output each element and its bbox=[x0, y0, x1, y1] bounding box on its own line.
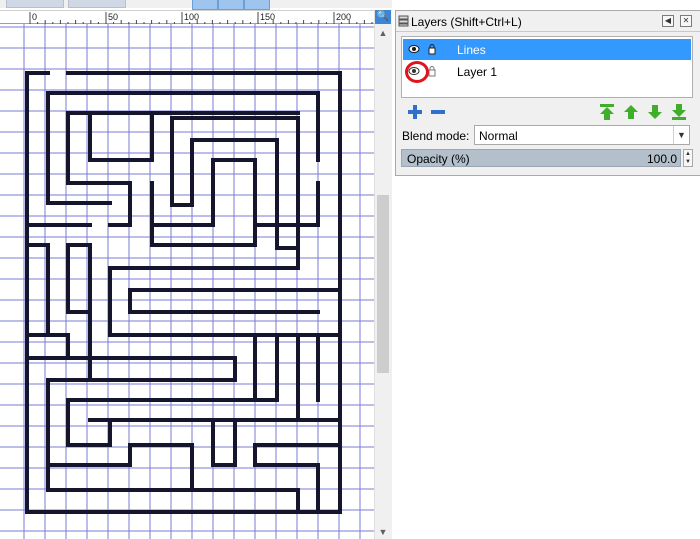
horizontal-ruler: 0 50 100 150 200 bbox=[0, 10, 374, 25]
maze-drawing[interactable] bbox=[0, 24, 374, 539]
blend-mode-value: Normal bbox=[479, 129, 518, 143]
scroll-up-arrow-icon[interactable]: ▲ bbox=[375, 26, 391, 40]
ruler-ticks: 0 50 100 150 200 bbox=[29, 12, 373, 25]
ruler-label: 0 bbox=[32, 12, 37, 22]
layer-name: Layer 1 bbox=[457, 65, 498, 79]
blend-mode-label: Blend mode: bbox=[402, 129, 470, 143]
drawing-canvas[interactable] bbox=[0, 24, 374, 539]
lower-to-bottom-icon[interactable] bbox=[670, 103, 688, 121]
opacity-slider[interactable]: Opacity (%) 100.0 bbox=[401, 149, 681, 167]
toolbar-highlight[interactable] bbox=[244, 0, 270, 10]
panel-title: Layers (Shift+Ctrl+L) bbox=[411, 15, 522, 29]
lock-icon[interactable] bbox=[427, 43, 437, 55]
toolbar-tab[interactable] bbox=[6, 0, 64, 8]
ruler-label: 150 bbox=[260, 12, 275, 22]
plus-icon[interactable] bbox=[406, 103, 424, 121]
layers-icon bbox=[398, 15, 409, 27]
layer-list: Lines Layer 1 bbox=[401, 36, 693, 98]
panel-menu-icon[interactable]: ◀ bbox=[662, 15, 674, 27]
layer-button-bar bbox=[396, 101, 700, 123]
spin-up-icon[interactable]: ▲ bbox=[684, 150, 692, 158]
opacity-spinner[interactable]: ▲ ▼ bbox=[683, 149, 693, 167]
layer-row-lines[interactable]: Lines bbox=[403, 39, 691, 60]
scroll-thumb[interactable] bbox=[377, 195, 389, 373]
panel-empty-area bbox=[395, 176, 700, 539]
spin-down-icon[interactable]: ▼ bbox=[684, 158, 692, 166]
scroll-down-arrow-icon[interactable]: ▼ bbox=[375, 525, 391, 539]
magnifier-icon[interactable]: 🔍 bbox=[375, 10, 391, 24]
layer-row-layer-1[interactable]: Layer 1 bbox=[403, 61, 691, 83]
opacity-label: Opacity (%) bbox=[407, 152, 470, 166]
highlight-circle bbox=[405, 61, 429, 83]
ruler-label: 200 bbox=[336, 12, 351, 22]
toolbar-highlight[interactable] bbox=[218, 0, 244, 10]
top-toolbar-strip bbox=[0, 0, 392, 10]
eye-icon[interactable] bbox=[408, 44, 420, 54]
blend-mode-select[interactable]: Normal ▼ bbox=[474, 125, 690, 145]
opacity-value: 100.0 bbox=[646, 152, 677, 166]
ruler-label: 100 bbox=[184, 12, 199, 22]
toolbar-highlight[interactable] bbox=[192, 0, 218, 10]
toolbar-tab[interactable] bbox=[68, 0, 126, 8]
close-icon[interactable]: ✕ bbox=[680, 15, 692, 27]
raise-to-top-icon[interactable] bbox=[598, 103, 616, 121]
ruler-label: 50 bbox=[108, 12, 118, 22]
raise-icon[interactable] bbox=[622, 103, 640, 121]
panel-title-bar: Layers (Shift+Ctrl+L) ◀ ✕ bbox=[396, 11, 700, 32]
chevron-down-icon[interactable]: ▼ bbox=[673, 126, 689, 144]
lower-icon[interactable] bbox=[646, 103, 664, 121]
minus-icon[interactable] bbox=[429, 103, 447, 121]
layer-name: Lines bbox=[457, 43, 486, 57]
layers-panel: Layers (Shift+Ctrl+L) ◀ ✕ Lines Layer 1 … bbox=[395, 10, 700, 176]
